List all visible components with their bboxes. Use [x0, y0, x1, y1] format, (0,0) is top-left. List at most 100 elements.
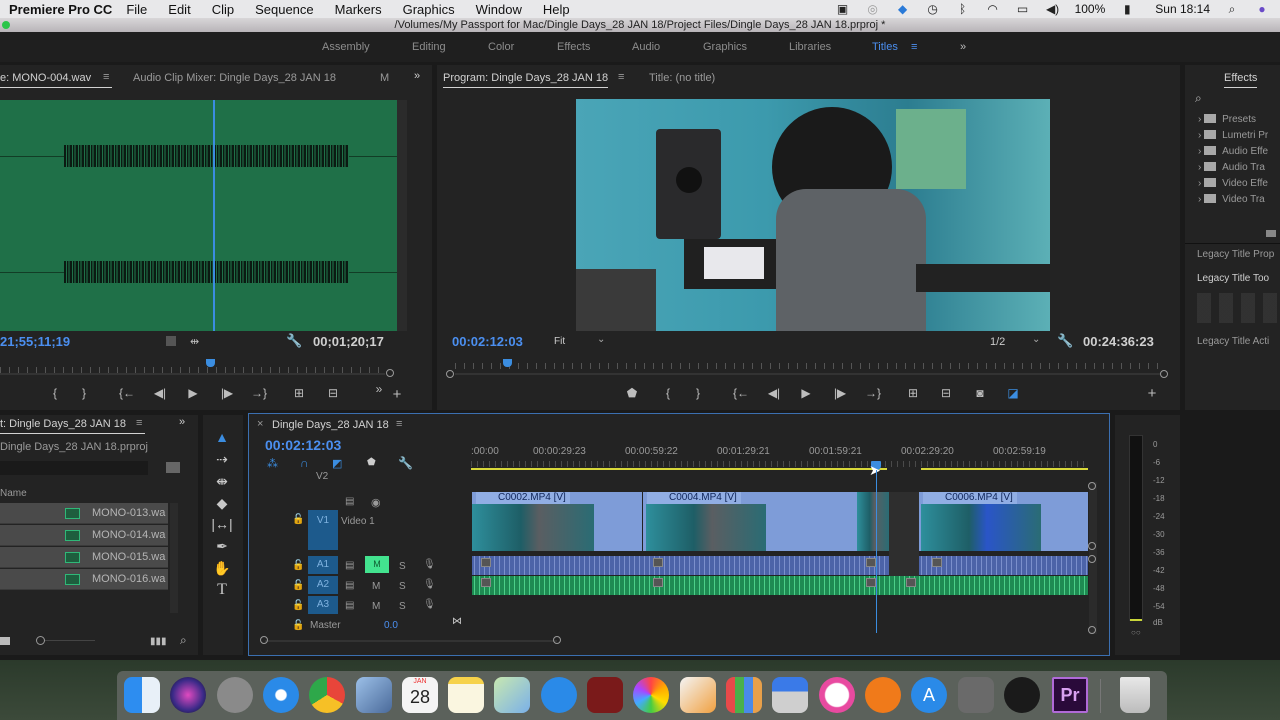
- effects-item-presets[interactable]: › Presets: [1198, 114, 1256, 125]
- menu-graphics[interactable]: Graphics: [403, 2, 455, 17]
- pen-tool-icon[interactable]: ✒: [211, 538, 233, 556]
- source-playhead-handle[interactable]: [206, 359, 215, 367]
- timeline-settings-wrench-icon[interactable]: 🔧: [398, 456, 413, 470]
- scrollbar-handle[interactable]: [1088, 555, 1096, 563]
- legacy-title-actions-header[interactable]: Legacy Title Acti: [1197, 336, 1269, 347]
- source-waveform-view[interactable]: [0, 100, 397, 331]
- dock-ua-connect-icon[interactable]: [1004, 677, 1040, 713]
- screen-record-icon[interactable]: ▣: [835, 2, 851, 16]
- dock-keynote-icon[interactable]: [772, 677, 808, 713]
- track-a2-target[interactable]: A2: [308, 576, 338, 594]
- thumbnail-size-slider-handle[interactable]: [36, 636, 45, 645]
- expand-chevron-icon[interactable]: ›: [1198, 194, 1201, 205]
- scrollbar-handle[interactable]: [1088, 626, 1096, 634]
- work-area-bar-segment[interactable]: [921, 468, 1088, 470]
- column-header-name[interactable]: Name: [0, 488, 27, 499]
- expand-chevron-icon[interactable]: ›: [1198, 162, 1201, 173]
- panel-overflow-button[interactable]: »: [414, 70, 420, 82]
- source-play-button[interactable]: ▶: [184, 386, 202, 400]
- playback-resolution-select[interactable]: 1/2: [990, 336, 1005, 348]
- extract-button[interactable]: ⊟: [937, 386, 955, 400]
- program-mark-out-button[interactable]: }: [689, 386, 707, 400]
- wifi-icon[interactable]: ◠: [985, 2, 1001, 16]
- program-timecode-current[interactable]: 00:02:12:03: [452, 334, 523, 349]
- app-menu[interactable]: Premiere Pro CC: [9, 2, 112, 17]
- selection-tool-icon[interactable]: ▲: [211, 429, 233, 447]
- add-marker-icon[interactable]: ⬟: [367, 457, 376, 468]
- source-step-back-button[interactable]: ◀|: [151, 386, 169, 400]
- track-a3-voiceover-mic-icon[interactable]: 🎙: [423, 599, 436, 610]
- workspace-assembly[interactable]: Assembly: [322, 41, 370, 53]
- timeline-playhead-line[interactable]: [876, 470, 877, 633]
- video-clip[interactable]: C0002.MP4 [V]: [472, 492, 642, 551]
- program-panel-menu-icon[interactable]: ≡: [618, 71, 624, 83]
- dock-mail-icon[interactable]: [356, 677, 392, 713]
- work-area-bar[interactable]: [471, 468, 887, 470]
- airplay-icon[interactable]: ▭: [1015, 2, 1031, 16]
- track-a3-lock-icon[interactable]: 🔓: [292, 600, 304, 611]
- source-mark-in-button[interactable]: {: [46, 386, 64, 400]
- effects-search-icon[interactable]: ⌕: [1195, 91, 1202, 106]
- h-scroll-start-handle[interactable]: [260, 636, 268, 644]
- tab-program-monitor[interactable]: Program: Dingle Days_28 JAN 18: [443, 72, 609, 88]
- source-settings-wrench-icon[interactable]: 🔧: [286, 333, 302, 349]
- master-volume-value[interactable]: 0.0: [384, 620, 398, 631]
- project-item[interactable]: MONO-016.wa: [0, 569, 168, 590]
- zoom-level-select[interactable]: Fit: [554, 336, 565, 347]
- track-a1-sync-icon[interactable]: ▤: [345, 560, 354, 571]
- menu-clip[interactable]: Clip: [212, 2, 234, 17]
- track-v1-target[interactable]: V1: [308, 510, 338, 550]
- video-clip[interactable]: [857, 492, 889, 551]
- workspace-menu-icon[interactable]: ≡: [911, 41, 917, 53]
- workspace-titles[interactable]: Titles: [872, 41, 898, 53]
- track-v1-eye-icon[interactable]: ◉: [371, 496, 381, 509]
- expand-chevron-icon[interactable]: ›: [1198, 114, 1201, 125]
- dock-siri-icon[interactable]: [170, 677, 206, 713]
- workspace-libraries[interactable]: Libraries: [789, 41, 831, 53]
- ripple-edit-tool-icon[interactable]: ⇼: [211, 473, 233, 491]
- track-a1-lock-icon[interactable]: 🔓: [292, 560, 304, 571]
- track-a1-target[interactable]: A1: [308, 556, 338, 574]
- clock[interactable]: Sun 18:14: [1155, 2, 1210, 16]
- menu-edit[interactable]: Edit: [168, 2, 190, 17]
- workspace-color[interactable]: Color: [488, 41, 514, 53]
- dock-messages-icon[interactable]: [541, 677, 577, 713]
- project-panel-menu-icon[interactable]: ≡: [136, 417, 142, 429]
- dock-calendar-icon[interactable]: JAN 28: [402, 677, 438, 713]
- source-overwrite-button[interactable]: ⊟: [324, 386, 342, 400]
- source-overflow-button[interactable]: »: [370, 382, 388, 396]
- volume-icon[interactable]: ◀): [1045, 2, 1061, 16]
- track-a3-target[interactable]: A3: [308, 596, 338, 614]
- h-scroll-end-handle[interactable]: [553, 636, 561, 644]
- audio-clip-a2[interactable]: [472, 576, 1088, 595]
- bluetooth-icon[interactable]: ᛒ: [955, 2, 971, 16]
- menu-window[interactable]: Window: [476, 2, 522, 17]
- ua-connect-icon[interactable]: ◆: [895, 2, 911, 16]
- source-timecode-current[interactable]: 21;55;11;19: [0, 334, 70, 349]
- dock-launchpad-icon[interactable]: [217, 677, 253, 713]
- expand-chevron-icon[interactable]: ›: [1198, 146, 1201, 157]
- legacy-title-tools-grid[interactable]: [1197, 293, 1280, 323]
- dock-chrome-icon[interactable]: [309, 677, 345, 713]
- track-v2-label[interactable]: V2: [316, 471, 328, 482]
- source-zoom-bar[interactable]: [0, 373, 385, 375]
- program-go-to-out-button[interactable]: →}: [864, 386, 882, 400]
- drop-frame-icon[interactable]: [166, 336, 176, 346]
- hand-tool-icon[interactable]: ✋: [211, 560, 233, 578]
- window-zoom-button[interactable]: [2, 21, 10, 29]
- workspace-editing[interactable]: Editing: [412, 41, 446, 53]
- source-playhead-line[interactable]: [213, 100, 215, 331]
- add-marker-button[interactable]: ⬟: [623, 386, 641, 400]
- program-go-to-in-button[interactable]: {←: [732, 386, 750, 400]
- project-scrollbar[interactable]: [170, 503, 178, 613]
- program-time-ruler[interactable]: [455, 363, 1160, 369]
- dock-app-store-icon[interactable]: A: [911, 677, 947, 713]
- drag-audio-icon[interactable]: ⇹: [190, 335, 199, 348]
- workspace-audio[interactable]: Audio: [632, 41, 660, 53]
- close-sequence-icon[interactable]: ×: [257, 418, 263, 430]
- program-zoom-start-handle[interactable]: [446, 370, 454, 378]
- snap-magnet-icon[interactable]: ∩: [300, 456, 309, 470]
- expand-chevron-icon[interactable]: ›: [1198, 130, 1201, 141]
- track-height-toggle-icon[interactable]: ⋈: [452, 616, 462, 627]
- thumbnail-size-slider[interactable]: [45, 640, 95, 641]
